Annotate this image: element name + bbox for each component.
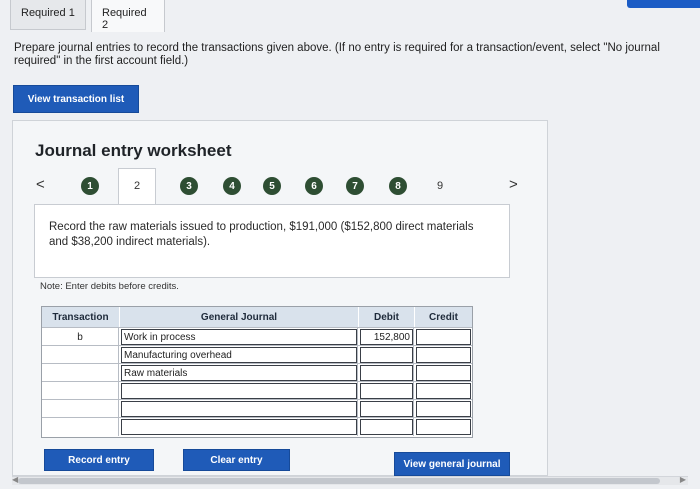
table-row: Raw materials: [42, 363, 472, 382]
credit-field[interactable]: [416, 383, 471, 399]
transaction-description-box: Record the raw materials issued to produ…: [34, 204, 510, 278]
transaction-cell[interactable]: [42, 364, 119, 382]
tab-required-1[interactable]: Required 1: [10, 0, 86, 30]
debit-cell: [359, 418, 414, 436]
record-entry-button[interactable]: Record entry: [44, 449, 154, 471]
account-cell: [120, 418, 358, 436]
scroll-right-arrow-icon[interactable]: ▶: [680, 475, 686, 484]
credit-field[interactable]: [416, 329, 471, 345]
prev-step-chevron-icon[interactable]: <: [36, 176, 45, 193]
transaction-cell[interactable]: b: [42, 328, 119, 346]
table-row: b Work in process 152,800: [42, 327, 472, 346]
worksheet-title: Journal entry worksheet: [35, 141, 232, 160]
account-cell: Manufacturing overhead: [120, 346, 358, 364]
debit-field[interactable]: [360, 365, 413, 381]
debit-field[interactable]: [360, 383, 413, 399]
tab-required-2[interactable]: Required 2: [91, 0, 165, 32]
account-cell: [120, 382, 358, 400]
table-row: [42, 381, 472, 400]
top-action-button[interactable]: [627, 0, 700, 8]
account-field[interactable]: Work in process: [121, 329, 357, 345]
horizontal-scrollbar[interactable]: ◀ ▶: [12, 475, 688, 485]
instructions: Prepare journal entries to record the tr…: [14, 42, 700, 68]
header-credit: Credit: [415, 307, 472, 327]
view-transaction-list-button[interactable]: View transaction list: [13, 85, 139, 113]
account-field[interactable]: [121, 401, 357, 417]
step-7[interactable]: 7: [346, 177, 364, 195]
debit-field[interactable]: [360, 347, 413, 363]
step-6[interactable]: 6: [305, 177, 323, 195]
instructions-line-1: Prepare journal entries to record the tr…: [14, 42, 660, 54]
account-cell: [120, 400, 358, 418]
debit-cell: [359, 346, 414, 364]
credit-field[interactable]: [416, 347, 471, 363]
credit-cell: [415, 346, 472, 364]
credit-field[interactable]: [416, 401, 471, 417]
transaction-cell[interactable]: [42, 382, 119, 400]
account-field[interactable]: Raw materials: [121, 365, 357, 381]
account-field[interactable]: [121, 383, 357, 399]
step-4[interactable]: 4: [223, 177, 241, 195]
table-row: Manufacturing overhead: [42, 345, 472, 364]
next-step-chevron-icon[interactable]: >: [509, 176, 518, 193]
credit-field[interactable]: [416, 419, 471, 435]
header-general-journal: General Journal: [120, 307, 358, 327]
note-text: Note: Enter debits before credits.: [40, 281, 179, 292]
transaction-cell[interactable]: [42, 400, 119, 418]
account-field[interactable]: Manufacturing overhead: [121, 347, 357, 363]
debit-cell: [359, 400, 414, 418]
credit-cell: [415, 418, 472, 436]
header-transaction: Transaction: [42, 307, 119, 327]
scroll-thumb[interactable]: [18, 478, 660, 484]
header-debit: Debit: [359, 307, 414, 327]
debit-cell: [359, 382, 414, 400]
transaction-cell[interactable]: [42, 346, 119, 364]
view-general-journal-button[interactable]: View general journal: [394, 452, 510, 476]
step-3[interactable]: 3: [180, 177, 198, 195]
credit-field[interactable]: [416, 365, 471, 381]
journal-table: Transaction General Journal Debit Credit…: [41, 306, 473, 438]
debit-cell: 152,800: [359, 328, 414, 346]
instructions-line-2: required" in the first account field.): [14, 55, 189, 67]
credit-cell: [415, 382, 472, 400]
credit-cell: [415, 400, 472, 418]
step-8[interactable]: 8: [389, 177, 407, 195]
step-5[interactable]: 5: [263, 177, 281, 195]
account-cell: Work in process: [120, 328, 358, 346]
step-1[interactable]: 1: [81, 177, 99, 195]
transaction-description: Record the raw materials issued to produ…: [49, 221, 474, 248]
table-row: [42, 417, 472, 436]
credit-cell: [415, 364, 472, 382]
tab-bar: Required 1 Required 2: [0, 0, 700, 36]
clear-entry-button[interactable]: Clear entry: [183, 449, 290, 471]
debit-cell: [359, 364, 414, 382]
debit-field[interactable]: 152,800: [360, 329, 413, 345]
debit-field[interactable]: [360, 419, 413, 435]
debit-field[interactable]: [360, 401, 413, 417]
step-9[interactable]: 9: [431, 177, 449, 195]
credit-cell: [415, 328, 472, 346]
account-field[interactable]: [121, 419, 357, 435]
table-row: [42, 399, 472, 418]
account-cell: Raw materials: [120, 364, 358, 382]
transaction-cell[interactable]: [42, 418, 119, 436]
step-2[interactable]: 2: [128, 177, 146, 195]
